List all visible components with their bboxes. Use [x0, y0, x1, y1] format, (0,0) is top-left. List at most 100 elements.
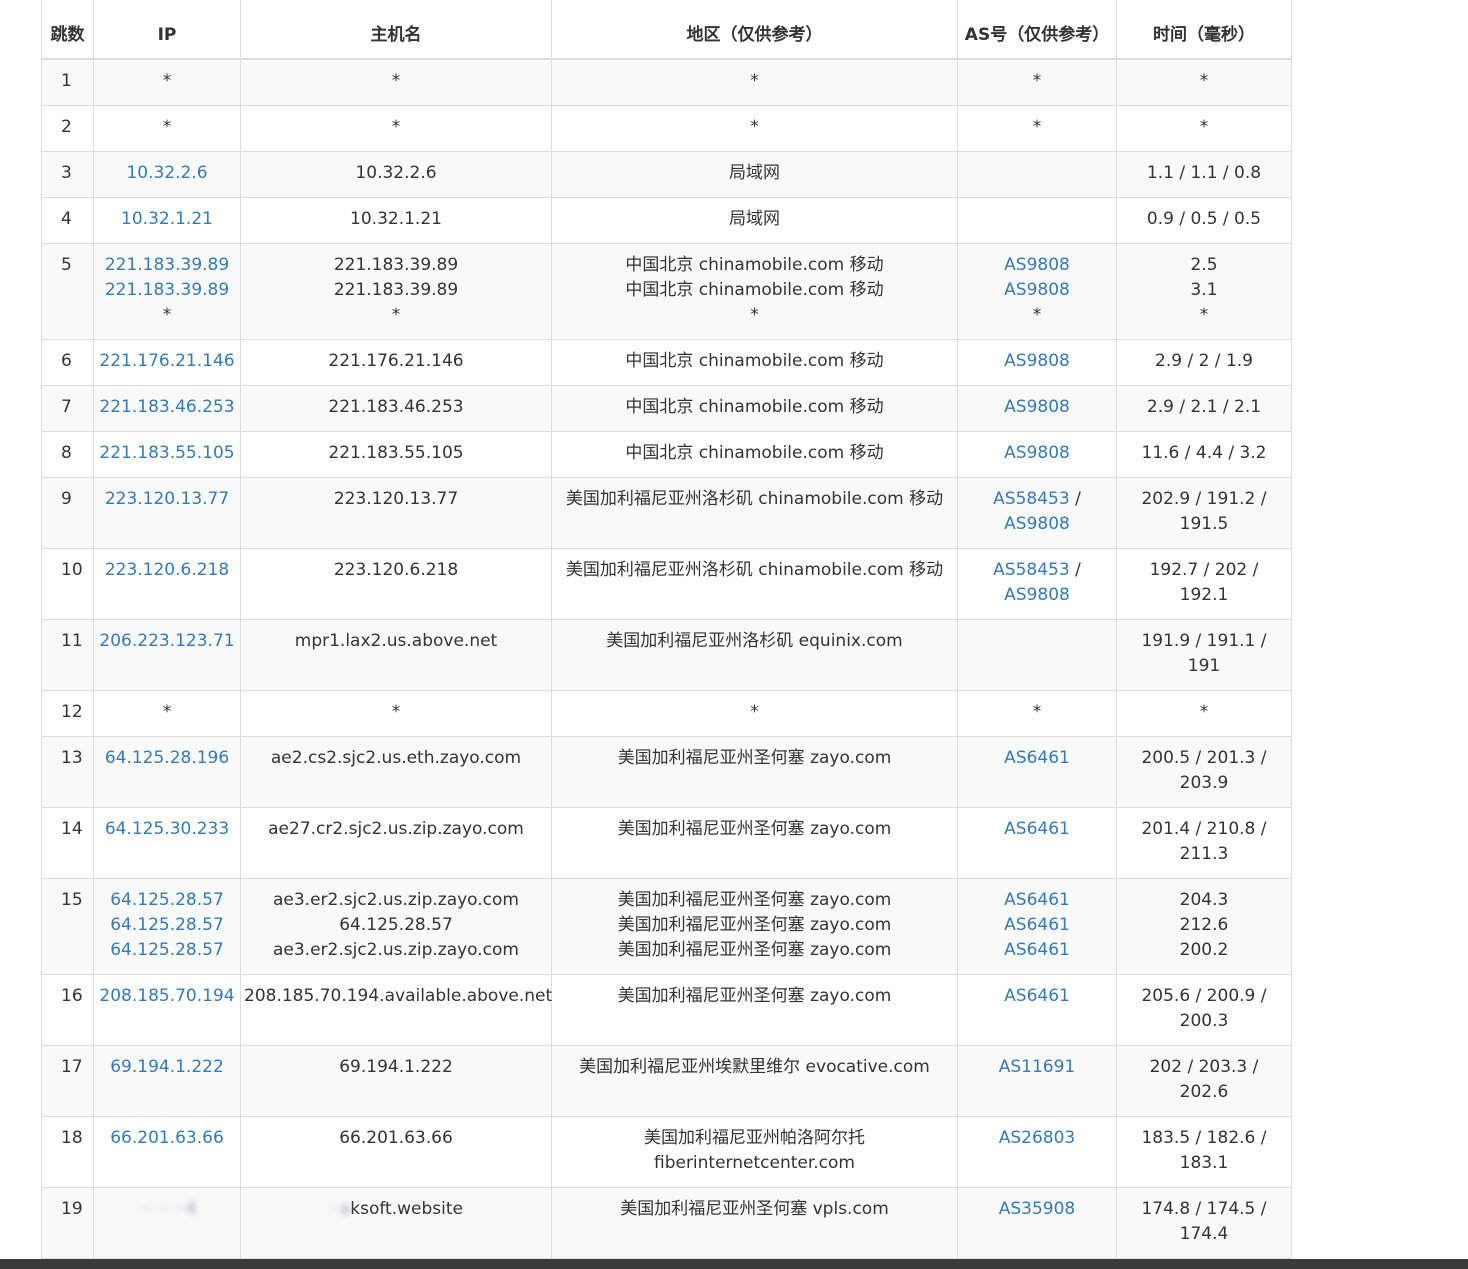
hostname: *: [391, 304, 401, 325]
ip-cell: 64.125.28.196: [93, 735, 241, 808]
hostname-cell: 221.183.55.105: [240, 430, 552, 478]
table-row: 6 221.176.21.146 221.176.21.146 中国北京 chinam…: [41, 338, 1292, 386]
as-cell: AS6461: [957, 806, 1117, 879]
hostname-cell: ae27.cr2.sjc2.us.zip.zayo.com: [240, 806, 552, 879]
hostname-cell: 221.183.39.89 221.183.39.89 *: [240, 242, 552, 340]
hop-number: 3: [41, 150, 94, 198]
table-row: 18 66.201.63.66 66.201.63.66 美国加利福尼亚州帕洛阿尔托 f…: [41, 1115, 1292, 1188]
table-row: 7 221.183.46.253 221.183.46.253 中国北京 chinam…: [41, 384, 1292, 432]
as-link[interactable]: AS6461: [961, 913, 1113, 938]
table-row: 19 ··· ·· ··4 ··aksoft.website 美国加利福尼亚州圣何塞 …: [41, 1186, 1292, 1259]
ip-link[interactable]: 208.185.70.194: [97, 984, 237, 1009]
hostname-cell: 10.32.1.21: [240, 196, 552, 244]
time-value: 203.9: [1179, 772, 1229, 793]
hop-number: 9: [41, 476, 94, 549]
ip-link[interactable]: 223.120.6.218: [97, 558, 237, 583]
time-value: 211.3: [1179, 843, 1229, 864]
region-text: 美国加利福尼亚州圣何塞 zayo.com: [617, 939, 892, 960]
hostname: 64.125.28.57: [339, 914, 453, 935]
as-link[interactable]: AS6461: [961, 938, 1113, 963]
time-value: 192.1: [1179, 584, 1229, 605]
as-link[interactable]: AS6461: [961, 817, 1113, 842]
as-link[interactable]: AS9808: [961, 349, 1113, 374]
as-link[interactable]: AS9808: [961, 395, 1113, 420]
as-link[interactable]: AS6461: [961, 746, 1113, 771]
ip-link[interactable]: 10.32.1.21: [97, 207, 237, 232]
as-link[interactable]: AS6461: [961, 984, 1113, 1009]
region-text: 中国北京 chinamobile.com 移动: [625, 442, 884, 463]
as-link[interactable]: AS9808: [961, 512, 1113, 537]
ip-link[interactable]: 66.201.63.66: [97, 1126, 237, 1151]
as-link[interactable]: AS9808: [961, 583, 1113, 608]
as-link[interactable]: AS26803: [961, 1126, 1113, 1151]
ip-cell: 221.183.39.89 221.183.39.89 *: [93, 242, 241, 340]
ip-cell: 221.176.21.146: [93, 338, 241, 386]
hop-number: 12: [41, 689, 94, 737]
as-link[interactable]: AS9808: [961, 278, 1113, 303]
header-hop: 跳数: [41, 0, 94, 60]
ip-link[interactable]: 221.183.39.89: [97, 253, 237, 278]
as-cell: AS58453 / AS9808: [957, 476, 1117, 549]
hostname-cell: 69.194.1.222: [240, 1044, 552, 1117]
region-text: *: [750, 116, 759, 137]
as-link[interactable]: AS58453: [993, 560, 1070, 580]
hostname: ae3.er2.sjc2.us.zip.zayo.com: [272, 889, 519, 910]
hostname: 221.183.39.89: [333, 279, 459, 300]
ip-link[interactable]: 223.120.13.77: [97, 487, 237, 512]
ip-link[interactable]: 64.125.28.57: [97, 938, 237, 963]
hostname: 221.183.46.253: [328, 396, 464, 417]
region-cell: 美国加利福尼亚州洛杉矶 chinamobile.com 移动: [551, 547, 958, 620]
hostname-cell: *: [240, 689, 552, 737]
region-cell: 局域网: [551, 196, 958, 244]
ip-link[interactable]: 221.183.46.253: [97, 395, 237, 420]
ip-cell: 221.183.46.253: [93, 384, 241, 432]
ip-link[interactable]: 64.125.28.196: [97, 746, 237, 771]
as-cell: AS6461: [957, 735, 1117, 808]
as-link[interactable]: AS9808: [961, 253, 1113, 278]
hop-number: 10: [41, 547, 94, 620]
table-row: 9 223.120.13.77 223.120.13.77 美国加利福尼亚州洛杉矶 c…: [41, 476, 1292, 549]
region-text: 美国加利福尼亚州圣何塞 zayo.com: [617, 985, 892, 1006]
ip-link[interactable]: 69.194.1.222: [97, 1055, 237, 1080]
hostname-cell: 10.32.2.6: [240, 150, 552, 198]
as-timeout: *: [1032, 71, 1042, 91]
region-cell: 美国加利福尼亚州帕洛阿尔托 fiberinternetcenter.com: [551, 1115, 958, 1188]
as-link[interactable]: AS11691: [961, 1055, 1113, 1080]
time-cell: 204.3 212.6 200.2: [1116, 877, 1292, 975]
hop-number: 5: [41, 242, 94, 340]
as-cell: *: [957, 104, 1117, 152]
ip-timeout: *: [162, 701, 172, 722]
ip-cell: ··· ·· ··4: [93, 1186, 241, 1259]
as-link[interactable]: AS6461: [961, 888, 1113, 913]
ip-link[interactable]: 221.176.21.146: [97, 349, 237, 374]
time-value: 2.9 / 2.1 / 2.1: [1146, 396, 1262, 417]
ip-link[interactable]: 64.125.28.57: [97, 888, 237, 913]
time-value: 1.1 / 1.1 / 0.8: [1146, 162, 1262, 183]
ip-link[interactable]: 64.125.28.57: [97, 913, 237, 938]
as-link[interactable]: AS35908: [961, 1197, 1113, 1222]
hostname: 223.120.13.77: [333, 488, 459, 509]
bottom-bar: [0, 1259, 1468, 1269]
region-text: 美国加利福尼亚州埃默里维尔 evocative.com: [579, 1056, 930, 1077]
as-separator: /: [1069, 488, 1081, 509]
time-value: 2.9 / 2 / 1.9: [1155, 350, 1253, 371]
as-link[interactable]: AS9808: [961, 441, 1113, 466]
ip-cell: 223.120.13.77: [93, 476, 241, 549]
hop-number: 18: [41, 1115, 94, 1188]
ip-link[interactable]: 64.125.30.233: [97, 817, 237, 842]
ip-cell: 10.32.1.21: [93, 196, 241, 244]
ip-link[interactable]: 221.183.55.105: [97, 441, 237, 466]
hostname-cell: *: [240, 104, 552, 152]
region-text: fiberinternetcenter.com: [653, 1152, 855, 1173]
ip-link[interactable]: 221.183.39.89: [97, 278, 237, 303]
ip-link[interactable]: 206.223.123.71: [97, 629, 237, 654]
region-cell: 美国加利福尼亚州洛杉矶 equinix.com: [551, 618, 958, 691]
time-value: 183.5 / 182.6 /: [1141, 1127, 1267, 1148]
ip-link[interactable]: 10.32.2.6: [97, 161, 237, 186]
time-cell: 174.8 / 174.5 / 174.4: [1116, 1186, 1292, 1259]
table-row: 11 206.223.123.71 mpr1.lax2.us.above.net 美国…: [41, 618, 1292, 691]
ip-blurred: ··· ·· ··4: [137, 1198, 197, 1219]
time-cell: 201.4 / 210.8 / 211.3: [1116, 806, 1292, 879]
time-value: 0.9 / 0.5 / 0.5: [1146, 208, 1262, 229]
as-link[interactable]: AS58453: [993, 489, 1070, 509]
